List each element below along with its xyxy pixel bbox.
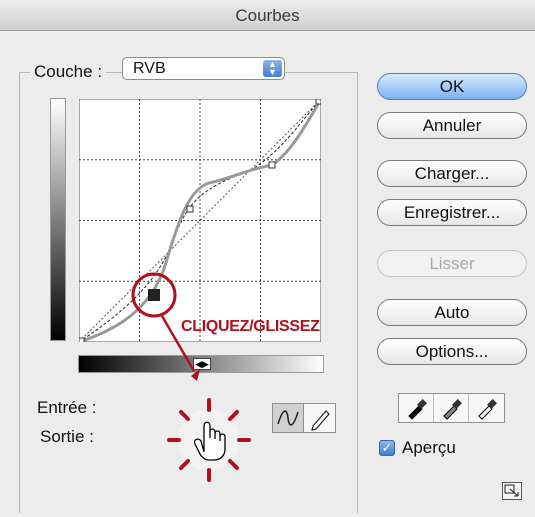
- annotation-label: CLIQUEZ/GLISSEZ: [181, 318, 320, 335]
- annotation-arrow-head: [191, 369, 200, 381]
- annotation-overlay: [131, 272, 251, 482]
- annotation-circle: [131, 272, 177, 318]
- curves-dialog: Courbes Couche : RVB ▲ ▼ ◀▶ Entrée : Sort…: [0, 0, 535, 517]
